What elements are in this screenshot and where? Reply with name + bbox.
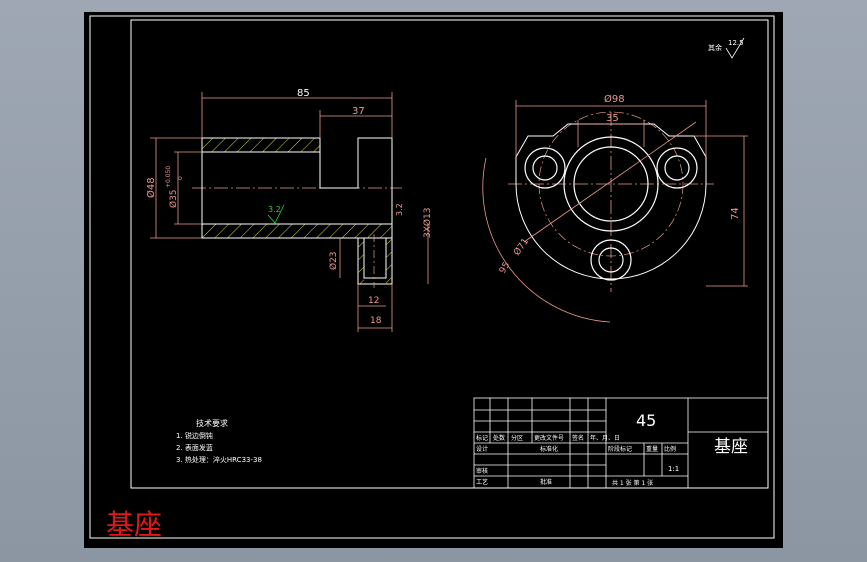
dim-bore-dia: Ø35 — [168, 189, 179, 208]
dim-arc-95: 95 — [498, 261, 512, 276]
tb-scale-label: 比例 — [664, 445, 676, 453]
tech-item-3: 3. 热处理：淬火HRC33-38 — [176, 455, 262, 464]
inner-frame — [130, 19, 769, 489]
dim-cbore-dia: Ø23 — [328, 251, 339, 270]
tb-scale: 1:1 — [668, 465, 679, 473]
tb-label-doc: 更改文件号 — [534, 434, 564, 442]
roughness-face: 3.2 — [395, 203, 404, 216]
tb-material: 45 — [636, 411, 656, 430]
dim-cbore-depth: 12 — [368, 296, 379, 306]
tech-title: 技术要求 — [196, 418, 228, 428]
caption-title: 基座 — [106, 508, 162, 541]
dim-85: 85 — [297, 88, 310, 99]
dim-flange-thickness: 18 — [370, 316, 382, 326]
dim-bore-tol-upper: +0.050 — [165, 166, 172, 188]
tb-standard: 标准化 — [540, 445, 558, 453]
tech-item-2: 2. 表面发蓝 — [176, 443, 213, 452]
dim-outer-dia: Ø48 — [145, 177, 157, 198]
tb-sheets: 共 1 张 第 1 张 — [612, 479, 653, 487]
tb-design: 设计 — [476, 445, 488, 453]
dim-bore-tol-lower: 0 — [177, 176, 184, 180]
tb-label-count: 处数 — [493, 434, 505, 442]
front-view: Ø98 35 74 Ø71 95 — [482, 93, 748, 323]
cad-drawing: 85 37 Ø48 Ø35 +0.050 0 3.2 3.2 3XØ13 Ø23… — [89, 15, 775, 541]
tb-review: 审核 — [476, 467, 488, 475]
dim-bore-35: 35 — [606, 113, 619, 124]
side-view: 85 37 Ø48 Ø35 +0.050 0 3.2 3.2 3XØ13 Ø23… — [145, 88, 433, 332]
tech-item-1: 1. 锐边倒钝 — [176, 431, 213, 440]
tb-part-name: 基座 — [714, 437, 748, 457]
drawing-sheet: 85 37 Ø48 Ø35 +0.050 0 3.2 3.2 3XØ13 Ø23… — [84, 12, 783, 548]
tb-label-zone: 分区 — [511, 434, 523, 442]
dim-holes: 3XØ13 — [422, 208, 433, 238]
dim-outer-dia-front: Ø98 — [604, 93, 625, 105]
tb-process: 工艺 — [476, 478, 488, 486]
dim-height-74: 74 — [730, 207, 741, 220]
tech-requirements: 技术要求 1. 锐边倒钝 2. 表面发蓝 3. 热处理：淬火HRC33-38 — [176, 418, 262, 464]
roughness-note-label: 其余 — [708, 43, 722, 52]
tb-weight: 重量 — [646, 445, 658, 453]
tb-label-date: 年、月、日 — [590, 434, 620, 442]
tb-label-sign: 签名 — [572, 434, 584, 442]
tb-label-mark: 标记 — [476, 434, 488, 442]
dim-37: 37 — [352, 106, 365, 117]
roughness-note: 其余 12.5 — [708, 37, 745, 59]
roughness-bore: 3.2 — [268, 205, 281, 214]
tb-stage: 阶段标记 — [608, 445, 632, 453]
tb-approve: 批准 — [540, 478, 552, 486]
